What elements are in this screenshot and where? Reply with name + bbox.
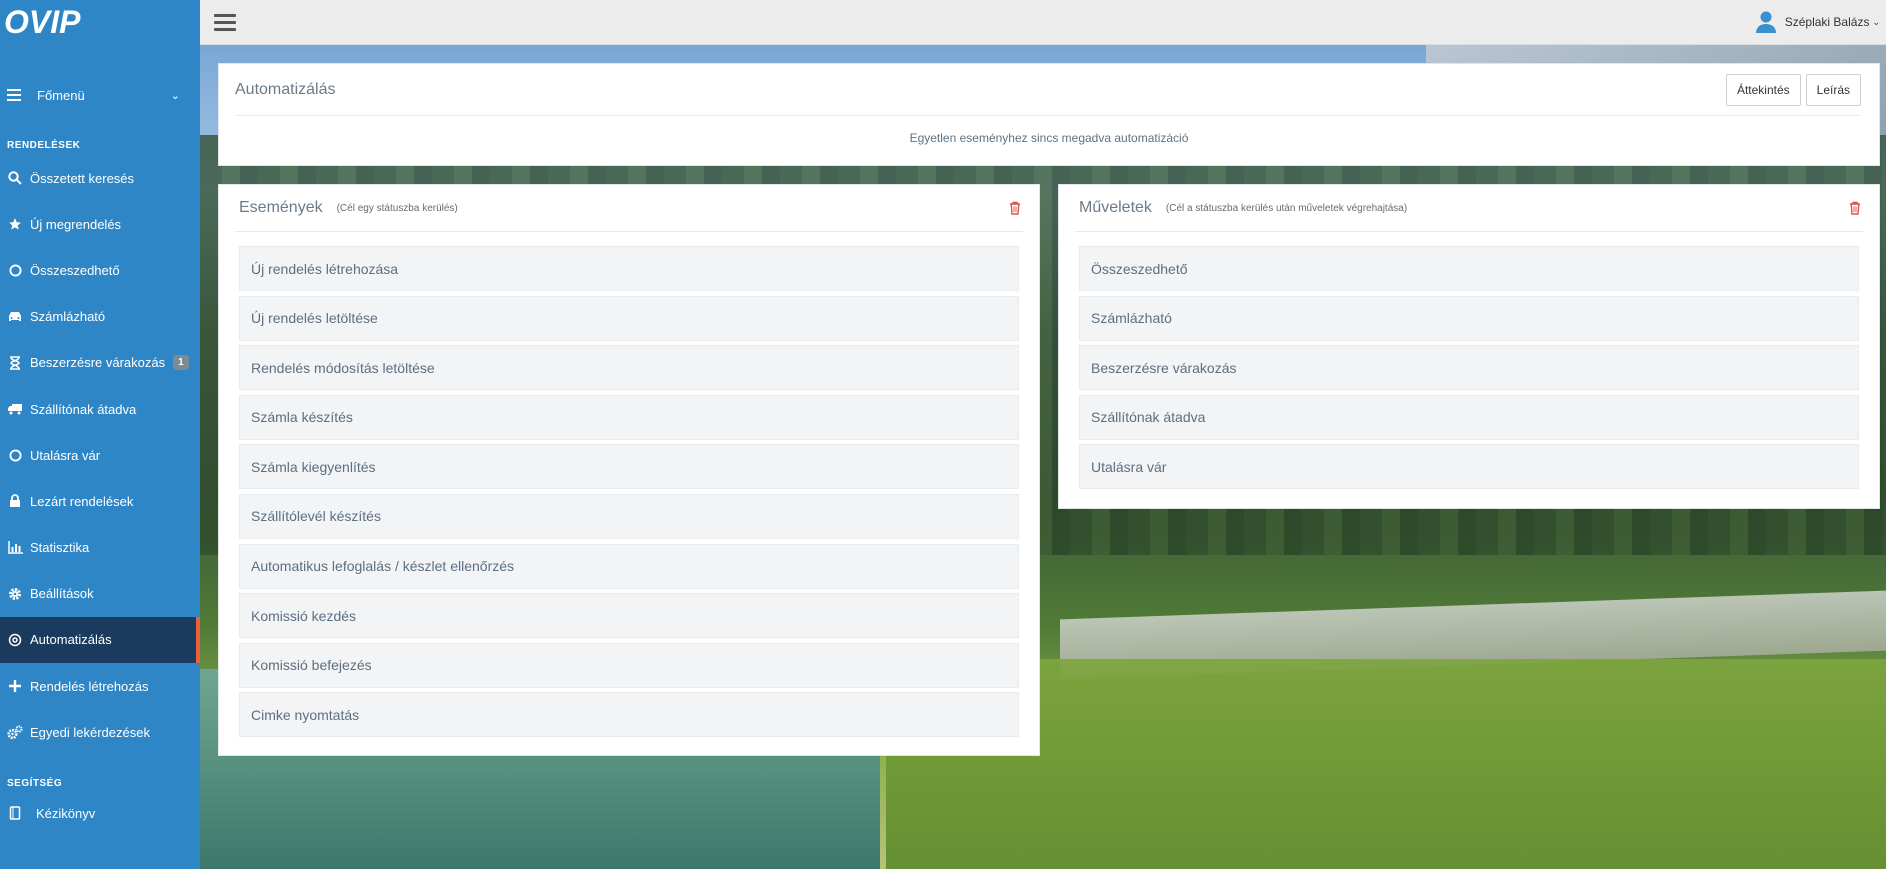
sidebar-item-kezikonyv[interactable]: Kézikönyv xyxy=(0,793,200,833)
sidebar-item-label: Rendelés létrehozás xyxy=(30,678,149,694)
page-title: Automatizálás xyxy=(235,80,336,98)
event-item[interactable]: Új rendelés létrehozása xyxy=(239,246,1019,291)
sidebar-toggle-icon[interactable] xyxy=(214,13,236,31)
trash-icon[interactable] xyxy=(1849,201,1863,215)
sidebar-item-szallitonak-atadva[interactable]: Szállítónak átadva xyxy=(0,386,200,432)
event-item[interactable]: Cimke nyomtatás xyxy=(239,692,1019,738)
automation-panel: Automatizálás Áttekintés Leírás Egyetlen… xyxy=(218,63,1880,166)
event-item[interactable]: Komissió befejezés xyxy=(239,642,1019,688)
event-item[interactable]: Automatikus lefoglalás / készlet ellenőr… xyxy=(239,543,1019,589)
sidebar-item-automatizalas[interactable]: Automatizálás xyxy=(0,616,200,664)
event-item[interactable]: Számla készítés xyxy=(239,394,1019,440)
svg-text:OVIP: OVIP xyxy=(4,4,81,40)
bar-chart-icon xyxy=(7,540,23,556)
operations-list: Összeszedhető Számlázható Beszerzésre vá… xyxy=(1079,246,1859,490)
sidebar-item-szamlazhato[interactable]: Számlázható xyxy=(0,294,200,340)
operation-item[interactable]: Beszerzésre várakozás xyxy=(1079,345,1859,391)
operations-title: Műveletek xyxy=(1079,199,1152,216)
sidebar-item-label: Egyedi lekérdezések xyxy=(30,724,150,740)
user-menu[interactable]: Széplaki Balázs ⌄ xyxy=(1755,10,1880,34)
chevron-down-icon: ⌄ xyxy=(170,89,180,102)
circle-icon xyxy=(7,262,23,278)
main-menu-label: Főmenü xyxy=(37,87,85,103)
events-title: Események xyxy=(239,199,323,216)
event-item[interactable]: Komissió kezdés xyxy=(239,593,1019,639)
operations-panel: Műveletek (Cél a státuszba kerülés után … xyxy=(1058,184,1880,509)
section-title-segitseg: SEGÍTSÉG xyxy=(7,778,63,790)
sidebar-item-label: Utalásra vár xyxy=(30,447,101,463)
lock-icon xyxy=(7,493,23,509)
sidebar-item-uj-megrendeles[interactable]: Új megrendelés xyxy=(0,201,200,247)
main-menu-toggle[interactable]: Főmenü ⌄ xyxy=(0,73,200,117)
star-icon xyxy=(7,216,23,232)
operation-item[interactable]: Szállítónak átadva xyxy=(1079,394,1859,440)
sidebar-item-beszerzesre-varakozas[interactable]: Beszerzésre várakozás 1 xyxy=(0,340,200,386)
operation-item[interactable]: Utalásra vár xyxy=(1079,444,1859,490)
event-item[interactable]: Új rendelés letöltése xyxy=(239,295,1019,341)
gears-icon xyxy=(7,724,23,740)
chevron-down-icon: ⌄ xyxy=(1872,16,1880,27)
sidebar-item-label: Összeszedhető xyxy=(30,262,120,278)
event-item[interactable]: Rendelés módosítás letöltése xyxy=(239,345,1019,391)
sidebar-item-lezart-rendelesek[interactable]: Lezárt rendelések xyxy=(0,478,200,524)
sidebar-item-egyedi-lekerdezesek[interactable]: Egyedi lekérdezések xyxy=(0,709,200,755)
events-panel-header: Események (Cél egy státuszba kerülés) xyxy=(235,185,1023,232)
trash-icon[interactable] xyxy=(1009,201,1023,215)
menu-lines-icon xyxy=(7,89,21,101)
operations-panel-header: Műveletek (Cél a státuszba kerülés után … xyxy=(1075,185,1863,232)
plus-icon xyxy=(7,678,23,694)
ovip-logo-icon: OVIP xyxy=(4,4,81,40)
sidebar-item-osszetett-kereses[interactable]: Összetett keresés xyxy=(0,155,200,201)
sidebar-item-label: Lezárt rendelések xyxy=(30,493,134,509)
gear-icon xyxy=(7,586,23,602)
sidebar-item-label: Beállítások xyxy=(30,586,94,602)
sidebar-item-osszeszedheto[interactable]: Összeszedhető xyxy=(0,247,200,293)
sidebar: OVIP Főmenü ⌄ RENDELÉSEK Összetett keres… xyxy=(0,0,200,869)
section-title-rendelesek: RENDELÉSEK xyxy=(7,140,81,151)
operation-item[interactable]: Számlázható xyxy=(1079,295,1859,341)
event-item[interactable]: Számla kiegyenlítés xyxy=(239,444,1019,490)
sidebar-item-label: Beszerzésre várakozás xyxy=(30,355,166,371)
sidebar-item-label: Automatizálás xyxy=(30,632,112,648)
operations-subtitle: (Cél a státuszba kerülés után műveletek … xyxy=(1165,202,1408,214)
event-item[interactable]: Szállítólevél készítés xyxy=(239,493,1019,539)
sidebar-item-label: Összetett keresés xyxy=(30,170,135,186)
automation-icon xyxy=(7,632,23,648)
overview-button[interactable]: Áttekintés xyxy=(1725,73,1801,106)
sidebar-item-label: Új megrendelés xyxy=(30,216,122,232)
search-icon xyxy=(7,170,23,186)
events-panel: Események (Cél egy státuszba kerülés) Új… xyxy=(218,184,1040,756)
automation-panel-header: Automatizálás Áttekintés Leírás xyxy=(235,64,1861,116)
hourglass-icon xyxy=(7,355,23,371)
empty-state-message: Egyetlen eseményhez sincs megadva automa… xyxy=(909,131,1189,145)
user-name: Széplaki Balázs xyxy=(1784,15,1870,29)
events-list: Új rendelés létrehozása Új rendelés letö… xyxy=(239,246,1019,738)
sidebar-item-label: Számlázható xyxy=(30,309,106,325)
sidebar-item-label: Szállítónak átadva xyxy=(30,401,137,417)
description-button[interactable]: Leírás xyxy=(1805,73,1861,106)
operation-item[interactable]: Összeszedhető xyxy=(1079,246,1859,291)
logo[interactable]: OVIP xyxy=(0,0,200,44)
truck-icon xyxy=(7,401,23,417)
count-badge: 1 xyxy=(173,355,189,371)
sidebar-item-rendeles-letrehozas[interactable]: Rendelés létrehozás xyxy=(0,663,200,709)
events-subtitle: (Cél egy státuszba kerülés) xyxy=(336,202,458,214)
sidebar-item-label: Statisztika xyxy=(30,540,90,556)
sidebar-item-statisztika[interactable]: Statisztika xyxy=(0,525,200,571)
book-icon xyxy=(7,805,23,821)
sidebar-item-utalasra-var[interactable]: Utalásra vár xyxy=(0,432,200,478)
sidebar-item-beallitasok[interactable]: Beállítások xyxy=(0,571,200,617)
car-icon xyxy=(7,309,23,325)
circle-icon xyxy=(7,447,23,463)
sidebar-item-label: Kézikönyv xyxy=(36,805,96,821)
user-avatar-icon xyxy=(1755,11,1776,33)
topbar: Széplaki Balázs ⌄ xyxy=(200,0,1886,45)
